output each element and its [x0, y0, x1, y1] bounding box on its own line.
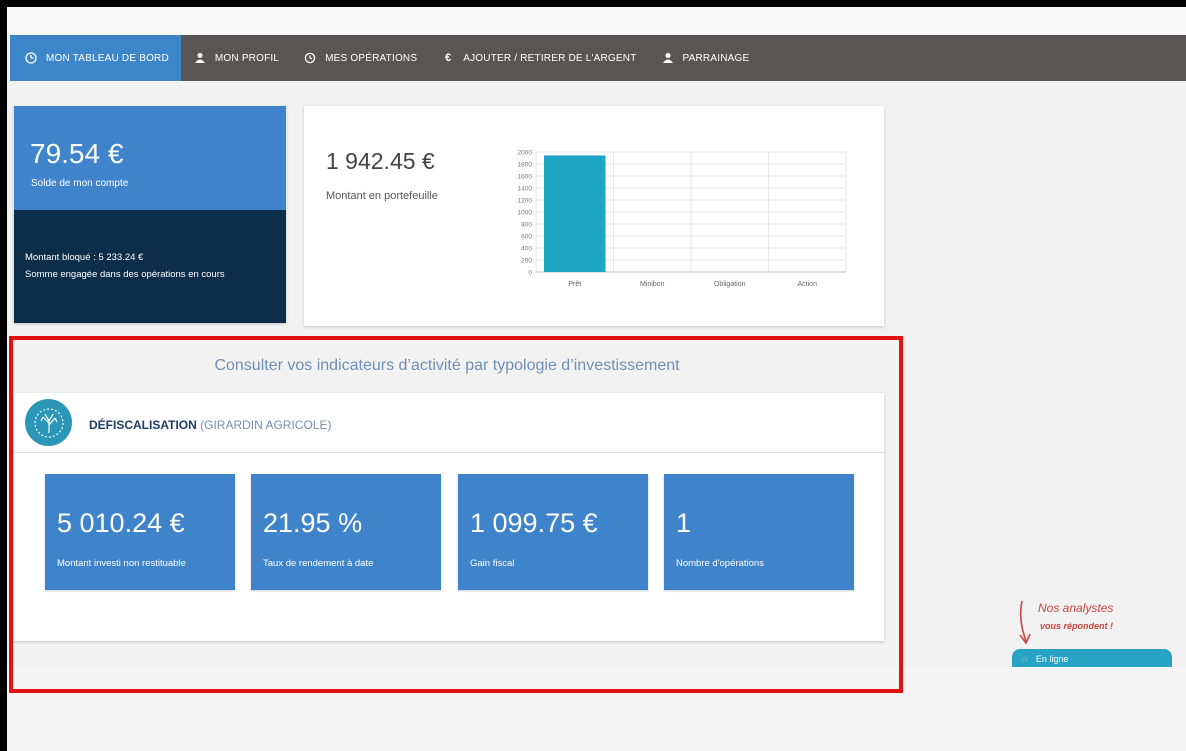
main-nav: MON TABLEAU DE BORD MON PROFIL MES OPÉRA… — [10, 35, 1186, 81]
highlight-box — [9, 336, 903, 693]
chat-teaser-line2: vous répondent ! — [1040, 621, 1114, 631]
portfolio-chart: 0 200 400 600 800 1000 1200 1400 1600 1800 2000 Prê… — [518, 150, 847, 288]
x-tick-label: Obligation — [714, 281, 746, 288]
bar — [544, 155, 606, 272]
arrow-down-icon — [1019, 600, 1031, 645]
page: MON TABLEAU DE BORD MON PROFIL MES OPÉRA… — [7, 7, 1186, 751]
nav-profile[interactable]: MON PROFIL — [181, 35, 291, 81]
balance-amount: 79.54 € — [30, 138, 124, 169]
x-tick-label: Minibon — [640, 281, 665, 288]
nav-operations[interactable]: MES OPÉRATIONS — [291, 35, 429, 81]
y-tick-label: 1800 — [518, 162, 533, 169]
y-tick-label: 1600 — [518, 174, 533, 181]
nav-dashboard[interactable]: MON TABLEAU DE BORD — [10, 35, 181, 81]
chat-online-button[interactable]: ◌ En ligne — [1012, 649, 1172, 667]
chat-status: En ligne — [1035, 654, 1069, 664]
nav-profile-label: MON PROFIL — [214, 52, 280, 64]
x-tick-label: Prêt — [568, 281, 581, 288]
user-icon — [193, 51, 207, 65]
balance-label: Solde de mon compte — [31, 178, 129, 189]
dashboard-icon — [24, 51, 38, 65]
euro-icon: € — [445, 52, 452, 64]
chat-teaser-line1: Nos analystes — [1038, 601, 1114, 615]
chat-icon: ◌ — [1022, 654, 1028, 664]
balance-card: 79.54 € Solde de mon compte Montant bloq… — [14, 106, 286, 323]
y-tick-label: 400 — [521, 246, 532, 253]
y-tick-label: 2000 — [518, 150, 533, 157]
y-tick-label: 1000 — [518, 210, 533, 217]
nav-referral-label: PARRAINAGE — [682, 52, 750, 64]
user-icon — [661, 51, 675, 65]
portfolio-amount: 1 942.45 € — [326, 148, 435, 174]
blocked-amount: Montant bloqué : 5 233.24 € — [25, 252, 144, 263]
y-tick-label: 200 — [521, 258, 532, 265]
top-strip — [7, 7, 1186, 35]
y-tick-label: 600 — [521, 234, 532, 241]
y-tick-label: 800 — [521, 222, 532, 229]
history-icon — [303, 51, 317, 65]
nav-money-label: AJOUTER / RETIRER DE L'ARGENT — [463, 52, 637, 64]
blocked-desc: Somme engagée dans des opérations en cou… — [25, 269, 225, 280]
y-tick-label: 0 — [528, 270, 532, 277]
x-tick-label: Action — [798, 281, 818, 288]
nav-referral[interactable]: PARRAINAGE — [649, 35, 762, 81]
nav-money[interactable]: € AJOUTER / RETIRER DE L'ARGENT — [429, 35, 648, 81]
portfolio-card: 1 942.45 € Montant en portefeuille 0 200 4… — [304, 106, 884, 326]
blocked-section: Montant bloqué : 5 233.24 € Somme engagé… — [14, 210, 286, 323]
portfolio-label: Montant en portefeuille — [326, 190, 438, 202]
y-tick-label: 1400 — [518, 186, 533, 193]
nav-operations-label: MES OPÉRATIONS — [325, 52, 418, 64]
y-tick-label: 1200 — [518, 198, 533, 205]
nav-dashboard-label: MON TABLEAU DE BORD — [46, 52, 169, 64]
